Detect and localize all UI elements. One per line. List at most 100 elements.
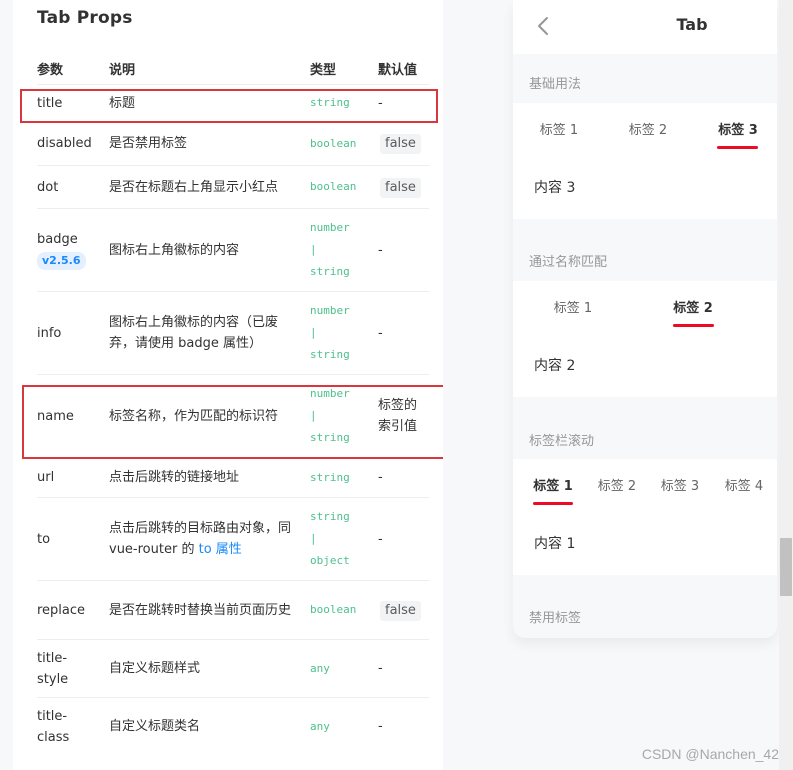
param-name: title-style <box>37 650 69 687</box>
tab-3[interactable]: 标签 3 <box>658 459 702 509</box>
to-prop-link[interactable]: to 属性 <box>199 542 242 557</box>
param-cell: disabled <box>37 121 109 166</box>
param-name: badge <box>37 232 78 247</box>
doc-title: Tab Props <box>37 8 133 28</box>
type-cell: boolean <box>307 121 375 166</box>
type-value: boolean <box>310 136 357 150</box>
type-cell: number | string <box>307 374 375 458</box>
table-row: disabled 是否禁用标签 boolean false <box>37 121 429 166</box>
type-value: string <box>310 348 350 361</box>
type-cell: number | string <box>307 208 375 292</box>
default-chip: false <box>380 177 421 198</box>
param-cell: title <box>37 84 109 122</box>
param-cell: dot <box>37 165 109 209</box>
default-cell: false <box>375 165 429 209</box>
default-cell: 标签的索引值 <box>375 374 429 458</box>
tab-content-scroll: 内容 1 <box>513 509 777 575</box>
type-cell: boolean <box>307 580 375 640</box>
type-cell: string <box>307 457 375 498</box>
table-header-row: 参数 说明 类型 默认值 <box>37 58 429 85</box>
default-cell: - <box>375 457 429 498</box>
type-separator: | <box>310 243 317 256</box>
header-type: 类型 <box>310 62 337 78</box>
default-chip: false <box>380 134 421 154</box>
desc-cell: 点击后跳转的链接地址 <box>109 457 307 498</box>
group-title-basic: 基础用法 <box>529 77 582 92</box>
group-title-disabled: 禁用标签 <box>529 611 582 626</box>
nav-title: Tab <box>676 15 708 34</box>
type-cell: string | object <box>307 497 375 581</box>
default-cell: - <box>375 497 429 581</box>
type-value: boolean <box>310 180 357 193</box>
desc-cell: 自定义标题类名 <box>109 697 307 756</box>
type-cell: number | string <box>307 291 375 375</box>
type-value: boolean <box>310 603 357 616</box>
watermark: CSDN @Nanchen_42 <box>641 746 779 762</box>
tab-4[interactable]: 标签 4 <box>722 459 766 509</box>
table-row: title-class 自定义标题类名 any - <box>37 697 429 756</box>
param-cell: badge v2.5.6 <box>37 208 109 292</box>
param-cell: url <box>37 457 109 498</box>
param-cell: title-style <box>37 639 109 698</box>
desc-cell: 图标右上角徽标的内容 <box>109 208 307 292</box>
tab-2[interactable]: 标签 2 <box>626 103 670 153</box>
header-desc: 说明 <box>109 62 136 78</box>
desc-cell: 是否禁用标签 <box>109 121 307 166</box>
type-value: string <box>310 96 350 109</box>
type-value: string <box>310 510 350 523</box>
param-name: title-class <box>37 708 70 745</box>
nav-bar: Tab <box>513 0 777 54</box>
default-cell: - <box>375 291 429 375</box>
type-value: string <box>310 470 350 484</box>
table-row: title 标题 string - <box>37 84 429 122</box>
active-tab-indicator <box>717 146 758 149</box>
tab-1[interactable]: 标签 1 <box>537 103 581 153</box>
page-scrollbar[interactable] <box>779 0 793 770</box>
tab-content-basic: 内容 3 <box>513 153 777 219</box>
group-title-name-match: 通过名称匹配 <box>529 255 608 270</box>
type-value: any <box>310 661 330 675</box>
tab-1[interactable]: 标签 1 <box>551 281 595 331</box>
param-cell: replace <box>37 580 109 640</box>
version-badge: v2.5.6 <box>37 252 86 270</box>
props-table: 参数 说明 类型 默认值 title 标题 string - disabled … <box>37 58 429 756</box>
table-row: to 点击后跳转的目标路由对象，同 vue-router 的 to 属性 str… <box>37 497 429 581</box>
type-value: string <box>310 431 350 444</box>
active-tab-indicator <box>673 324 714 327</box>
param-cell: title-class <box>37 697 109 756</box>
param-cell: to <box>37 497 109 581</box>
desc-cell: 标题 <box>109 84 307 122</box>
doc-card: Tab Props 参数 说明 类型 默认值 title 标题 string -… <box>13 0 443 770</box>
desc-cell: 点击后跳转的目标路由对象，同 vue-router 的 to 属性 <box>109 497 307 581</box>
type-separator: | <box>310 326 317 339</box>
type-value: object <box>310 554 350 567</box>
type-value: number <box>310 304 350 317</box>
default-cell: - <box>375 697 429 756</box>
desc-cell: 图标右上角徽标的内容（已废弃，请使用 badge 属性） <box>109 291 307 375</box>
table-row: dot 是否在标题右上角显示小红点 boolean false <box>37 165 429 209</box>
desc-cell: 是否在跳转时替换当前页面历史 <box>109 580 307 640</box>
content-text: 内容 2 <box>534 358 576 374</box>
desc-cell: 标签名称，作为匹配的标识符 <box>109 374 307 458</box>
type-separator: | <box>310 532 317 545</box>
table-row: badge v2.5.6 图标右上角徽标的内容 number | string … <box>37 208 429 292</box>
tabs-name-match: 标签 1 标签 2 <box>513 281 777 331</box>
tab-2[interactable]: 标签 2 <box>595 459 639 509</box>
group-title-scroll: 标签栏滚动 <box>529 434 595 449</box>
default-cell: - <box>375 639 429 698</box>
param-cell: name <box>37 374 109 458</box>
default-cell: - <box>375 84 429 122</box>
type-cell: any <box>307 697 375 756</box>
table-row: title-style 自定义标题样式 any - <box>37 639 429 698</box>
scrollbar-thumb[interactable] <box>780 538 792 596</box>
tabs-scroll: 标签 1 标签 2 标签 3 标签 4 <box>513 459 777 509</box>
table-row: replace 是否在跳转时替换当前页面历史 boolean false <box>37 580 429 640</box>
type-cell: boolean <box>307 165 375 209</box>
active-tab-indicator <box>533 502 573 505</box>
desc-cell: 是否在标题右上角显示小红点 <box>109 165 307 209</box>
content-text: 内容 3 <box>534 180 576 196</box>
type-value: number <box>310 221 350 234</box>
default-chip: false <box>380 600 421 621</box>
table-row: name 标签名称，作为匹配的标识符 number | string 标签的索引… <box>37 374 429 458</box>
type-value: number <box>310 387 350 400</box>
